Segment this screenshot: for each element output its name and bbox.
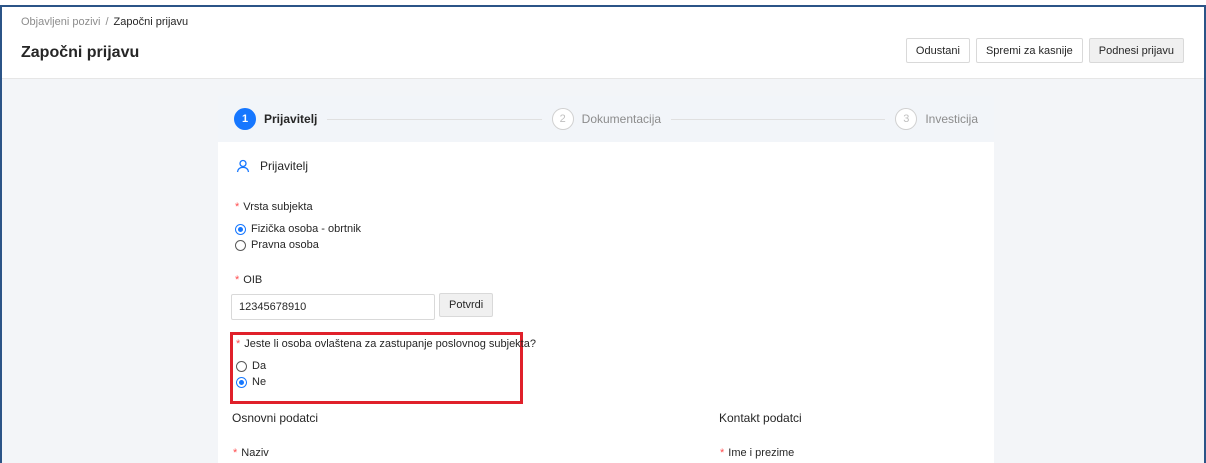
radio-ne[interactable]: Ne xyxy=(236,376,266,388)
page-header: Objavljeni pozivi / Započni prijavu Započn… xyxy=(2,7,1204,79)
oib-label: * OIB xyxy=(235,274,262,286)
radio-button-checked[interactable] xyxy=(235,223,246,235)
oib-label-text: OIB xyxy=(243,274,263,286)
fullname-label-text: Ime i prezime xyxy=(728,447,795,459)
step-number: 3 xyxy=(895,108,918,130)
required-marker: * xyxy=(235,274,240,286)
required-marker: * xyxy=(235,201,240,213)
breadcrumb-link-objavljeni-pozivi[interactable]: Objavljeni pozivi xyxy=(21,16,100,28)
name-label-text: Naziv xyxy=(241,447,269,459)
radio-fizicka-osoba[interactable]: Fizička osoba - obrtnik xyxy=(235,223,361,235)
confirm-oib-button[interactable]: Potvrdi xyxy=(439,293,494,317)
required-marker: * xyxy=(233,447,238,459)
subject-type-label-text: Vrsta subjekta xyxy=(243,201,313,213)
radio-button[interactable] xyxy=(235,239,246,251)
radio-label: Ne xyxy=(252,376,267,388)
user-icon xyxy=(236,159,250,173)
step-label: Investicija xyxy=(925,112,978,126)
application-form-card: 1 Prijavitelj 2 Dokumentacija 3 Investic… xyxy=(218,96,994,463)
submit-application-button[interactable]: Podnesi prijavu xyxy=(1088,38,1184,63)
subject-type-label: * Vrsta subjekta xyxy=(235,201,313,213)
authorized-label-text: Jeste li osoba ovlaštena za zastupanje p… xyxy=(244,338,536,350)
breadcrumb-separator: / xyxy=(105,16,109,28)
radio-label: Pravna osoba xyxy=(251,239,319,251)
required-marker: * xyxy=(720,447,725,459)
name-label: * Naziv xyxy=(233,447,269,459)
section-title: Prijavitelj xyxy=(260,159,309,173)
fullname-label: * Ime i prezime xyxy=(720,447,794,459)
required-marker: * xyxy=(236,338,241,350)
step-label: Prijavitelj xyxy=(264,112,318,126)
contact-data-title: Kontakt podatci xyxy=(719,411,802,425)
authorized-label: * Jeste li osoba ovlaštena za zastupanje … xyxy=(236,338,536,350)
step-number: 1 xyxy=(234,108,256,130)
step-investicija[interactable]: 3 Investicija xyxy=(895,108,978,130)
step-connector xyxy=(327,118,542,120)
step-number: 2 xyxy=(551,108,574,130)
step-connector xyxy=(671,118,886,120)
radio-label: Fizička osoba - obrtnik xyxy=(251,223,362,235)
radio-label: Da xyxy=(252,360,267,372)
breadcrumb: Objavljeni pozivi / Započni prijavu xyxy=(21,16,188,28)
basic-data-title: Osnovni podatci xyxy=(232,411,319,425)
breadcrumb-current: Započni prijavu xyxy=(113,16,189,28)
step-dokumentacija[interactable]: 2 Dokumentacija xyxy=(551,108,662,130)
step-prijavitelj[interactable]: 1 Prijavitelj xyxy=(234,108,317,130)
save-later-button[interactable]: Spremi za kasnije xyxy=(975,38,1083,63)
page-title: Započni prijavu xyxy=(21,44,140,61)
cancel-button[interactable]: Odustani xyxy=(905,38,970,63)
radio-button[interactable] xyxy=(236,360,247,372)
radio-button-checked[interactable] xyxy=(236,376,247,388)
section-header-prijavitelj: Prijavitelj xyxy=(236,159,308,173)
step-label: Dokumentacija xyxy=(581,112,662,126)
radio-da[interactable]: Da xyxy=(236,360,266,372)
header-actions: Odustani Spremi za kasnije Podnesi prija… xyxy=(905,38,1184,63)
steps-bar: 1 Prijavitelj 2 Dokumentacija 3 Investic… xyxy=(218,96,994,142)
radio-pravna-osoba[interactable]: Pravna osoba xyxy=(235,239,319,251)
oib-input[interactable] xyxy=(231,294,435,320)
